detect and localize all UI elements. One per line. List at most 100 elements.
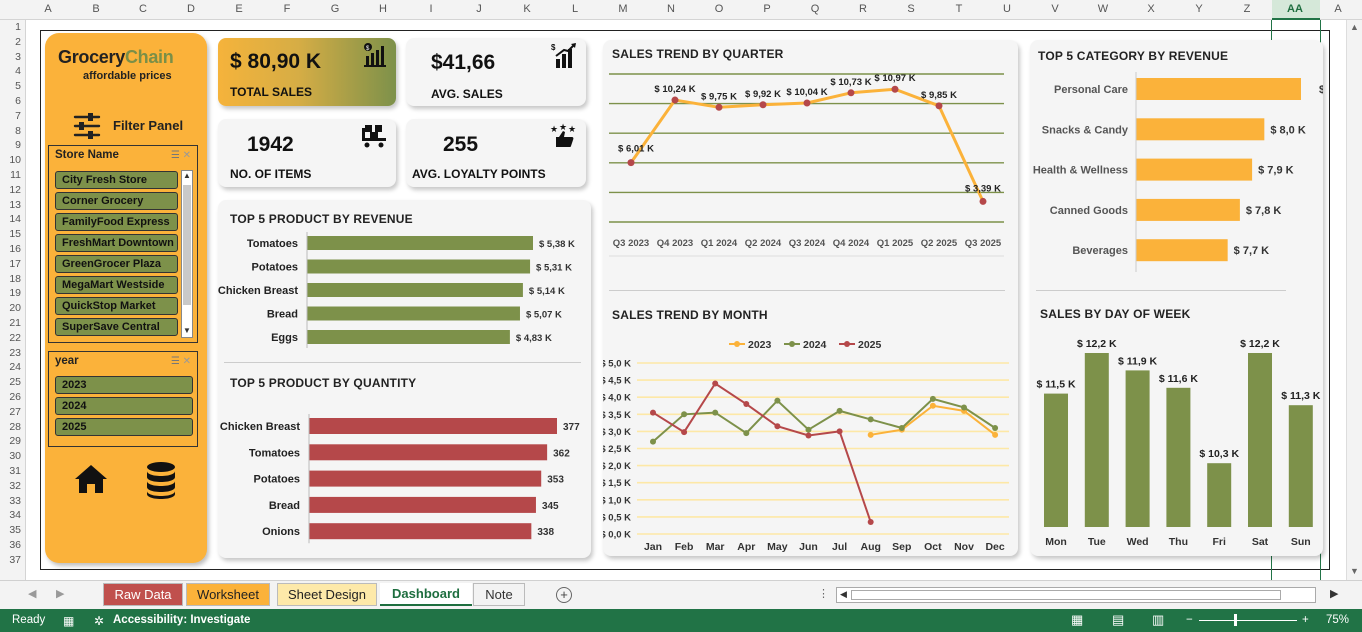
column-header-label[interactable]: N [667, 3, 675, 15]
zoom-slider-thumb[interactable] [1234, 614, 1237, 626]
column-header-label[interactable]: X [1147, 3, 1154, 15]
row-header-label[interactable]: 34 [9, 509, 21, 521]
zoom-slider[interactable] [1199, 620, 1297, 621]
column-header-label[interactable]: W [1098, 3, 1108, 15]
page-layout-icon[interactable]: ▤ [1112, 612, 1124, 628]
row-header-label[interactable]: 21 [9, 317, 21, 329]
row-header-label[interactable]: 24 [9, 361, 21, 373]
row-header-label[interactable]: 19 [9, 287, 21, 299]
column-header-label[interactable]: T [956, 3, 963, 15]
row-header-label[interactable]: 4 [15, 65, 21, 77]
sheet-tab-dashboard[interactable]: Dashboard [380, 583, 472, 606]
column-header-label[interactable]: E [235, 3, 242, 15]
year-slicer-item[interactable]: 2025 [55, 418, 193, 436]
column-header-label[interactable]: F [284, 3, 291, 15]
column-header-label[interactable]: Q [811, 3, 820, 15]
slicer-scroll-thumb[interactable] [183, 185, 191, 305]
row-header-label[interactable]: 6 [15, 95, 21, 107]
column-header-label[interactable]: C [139, 3, 147, 15]
year-slicer-item[interactable]: 2023 [55, 376, 193, 394]
column-header-label[interactable]: J [476, 3, 482, 15]
home-icon[interactable] [73, 463, 109, 495]
add-sheet-button[interactable]: + [556, 587, 572, 603]
column-header-label[interactable]: O [715, 3, 724, 15]
store-slicer-item[interactable]: FreshMart Downtown [55, 234, 178, 252]
column-header-label[interactable]: B [92, 3, 99, 15]
sheet-tab-raw-data[interactable]: Raw Data [103, 583, 183, 606]
row-header-label[interactable]: 33 [9, 495, 21, 507]
year-slicer-item[interactable]: 2024 [55, 397, 193, 415]
zoom-in-button[interactable]: + [1302, 614, 1309, 626]
row-header-label[interactable]: 3 [15, 51, 21, 63]
store-slicer-item[interactable]: SuperSave Central [55, 318, 178, 336]
prev-sheet-arrow[interactable]: ◀ [28, 587, 36, 600]
row-header-label[interactable]: 29 [9, 435, 21, 447]
accessibility-icon[interactable]: ✲ [94, 614, 104, 628]
multi-select-icon[interactable]: ☰ [171, 356, 180, 367]
clear-filter-icon[interactable]: ✕ [183, 356, 191, 367]
macro-record-icon[interactable]: ▦ [63, 614, 74, 628]
row-header-label[interactable]: 30 [9, 450, 21, 462]
row-header-label[interactable]: 15 [9, 228, 21, 240]
more-options-icon[interactable]: ⋮ [818, 587, 829, 600]
row-header-label[interactable]: 36 [9, 539, 21, 551]
normal-view-icon[interactable]: ▦ [1071, 612, 1083, 628]
row-header-label[interactable]: 17 [9, 258, 21, 270]
row-header-label[interactable]: 28 [9, 421, 21, 433]
row-header-label[interactable]: 2 [15, 36, 21, 48]
row-header-label[interactable]: 12 [9, 184, 21, 196]
column-header-label[interactable]: S [907, 3, 914, 15]
zoom-out-button[interactable]: − [1186, 614, 1193, 626]
row-header-label[interactable]: 22 [9, 332, 21, 344]
column-header-label[interactable]: M [618, 3, 627, 15]
row-header-label[interactable]: 18 [9, 273, 21, 285]
row-header-label[interactable]: 27 [9, 406, 21, 418]
row-header-label[interactable]: 23 [9, 347, 21, 359]
column-header-label[interactable]: L [572, 3, 578, 15]
column-header-label[interactable]: P [763, 3, 770, 15]
column-header-label[interactable]: AA [1287, 3, 1303, 15]
store-slicer-item[interactable]: City Fresh Store [55, 171, 178, 189]
scroll-left-arrow[interactable]: ◀ [840, 589, 847, 600]
zoom-level[interactable]: 75% [1326, 614, 1349, 626]
horizontal-scroll-thumb[interactable] [851, 590, 1281, 600]
column-header-label[interactable]: U [1003, 3, 1011, 15]
vertical-scrollbar[interactable]: ▲ ▼ [1346, 20, 1362, 580]
sheet-tab-sheet-design[interactable]: Sheet Design [277, 583, 377, 606]
column-header-label[interactable]: R [859, 3, 867, 15]
row-header-label[interactable]: 11 [10, 169, 21, 181]
row-header-label[interactable]: 7 [15, 110, 21, 122]
row-header-label[interactable]: 10 [9, 154, 21, 166]
column-header-label[interactable]: I [429, 3, 432, 15]
column-header-label[interactable]: Y [1195, 3, 1202, 15]
row-header-label[interactable]: 5 [15, 80, 21, 92]
store-slicer-item[interactable]: Corner Grocery [55, 192, 178, 210]
database-icon[interactable] [145, 461, 177, 499]
row-header-label[interactable]: 9 [15, 139, 21, 151]
row-header-label[interactable]: 37 [9, 554, 21, 566]
row-header-label[interactable]: 20 [9, 302, 21, 314]
column-header-label[interactable]: Z [1244, 3, 1251, 15]
row-header-label[interactable]: 8 [15, 125, 21, 137]
slicer-scrollbar[interactable]: ▲ ▼ [181, 170, 193, 338]
column-header-label[interactable]: D [187, 3, 195, 15]
multi-select-icon[interactable]: ☰ [171, 150, 180, 161]
store-slicer-item[interactable]: GreenGrocer Plaza [55, 255, 178, 273]
store-slicer-item[interactable]: MegaMart Westside [55, 276, 178, 294]
column-header-label[interactable]: K [523, 3, 530, 15]
sheet-tab-worksheet[interactable]: Worksheet [186, 583, 270, 606]
row-header-label[interactable]: 16 [9, 243, 21, 255]
clear-filter-icon[interactable]: ✕ [183, 150, 191, 161]
row-header-label[interactable]: 1 [15, 21, 21, 33]
store-slicer-item[interactable]: QuickStop Market [55, 297, 178, 315]
row-header-label[interactable]: 25 [9, 376, 21, 388]
row-header-label[interactable]: 14 [9, 213, 21, 225]
row-header-label[interactable]: 31 [9, 465, 21, 477]
horizontal-scrollbar[interactable]: ◀ [836, 587, 1316, 603]
column-header-label[interactable]: H [379, 3, 387, 15]
next-sheet-arrow[interactable]: ▶ [56, 587, 64, 600]
sheet-tab-note[interactable]: Note [473, 583, 525, 606]
scroll-right-arrow[interactable]: ▶ [1330, 587, 1338, 600]
column-header-label[interactable]: V [1051, 3, 1058, 15]
row-header-label[interactable]: 32 [9, 480, 21, 492]
